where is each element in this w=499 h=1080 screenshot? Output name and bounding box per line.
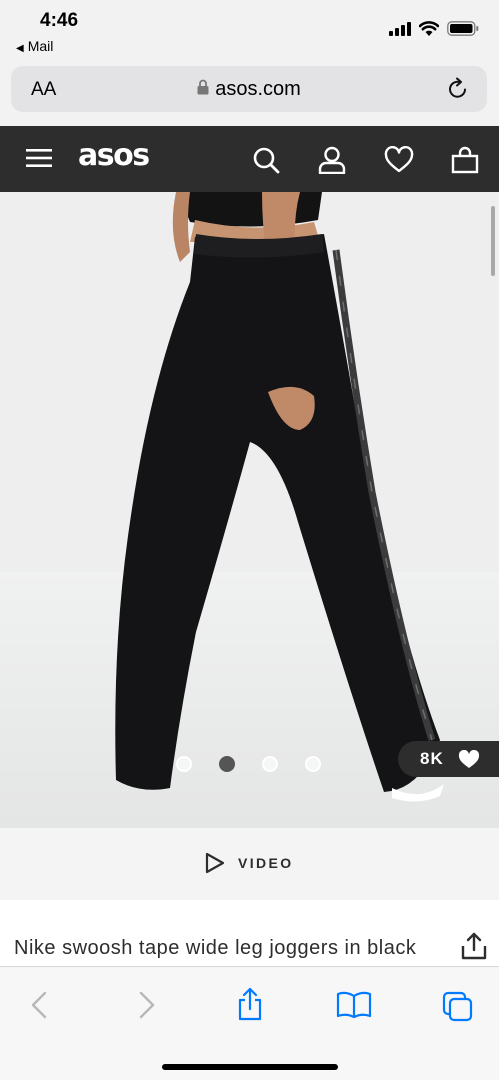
share-icon[interactable] [236,987,264,1026]
product-image-carousel[interactable] [0,192,499,828]
save-count-text: 8K [420,749,444,768]
browser-address-area: AA asos.com [0,58,499,126]
play-icon [205,852,225,874]
site-header: asos [0,126,499,192]
tabs-icon[interactable] [442,991,474,1028]
clock: 4:46 [40,10,79,31]
back-app-label: Mail [27,38,54,54]
carousel-dots [176,756,321,772]
share-icon[interactable] [461,932,487,965]
url-text: asos.com [215,78,301,100]
search-icon[interactable] [252,146,280,179]
reload-icon[interactable] [447,77,469,106]
back-triangle-icon: ◀ [16,43,24,54]
video-bar: VIDEO [0,828,499,900]
bag-icon[interactable] [451,146,479,179]
lock-icon [197,78,209,101]
product-title: Nike swoosh tape wide leg joggers in bla… [14,937,417,959]
url-display[interactable]: asos.com [11,78,487,101]
browser-toolbar [0,966,499,1080]
video-label: VIDEO [238,855,294,871]
address-bar[interactable]: AA asos.com [11,66,487,112]
save-count-badge[interactable]: 8K [398,741,499,777]
heart-filled-icon [458,750,480,768]
page-scroll-indicator [491,206,495,276]
asos-logo[interactable]: asos [78,138,150,173]
back-to-mail-link[interactable]: ◀ Mail [16,38,53,54]
back-icon[interactable] [30,991,48,1024]
wifi-icon [419,21,439,36]
carousel-dot[interactable] [262,756,278,772]
carousel-dot[interactable] [305,756,321,772]
account-icon[interactable] [318,146,346,179]
video-button[interactable]: VIDEO [204,852,294,874]
wishlist-icon[interactable] [384,145,414,179]
carousel-dot-active[interactable] [219,756,235,772]
menu-icon[interactable] [26,148,52,173]
status-icons [389,21,479,36]
carousel-dot[interactable] [176,756,192,772]
battery-icon [447,21,479,36]
forward-icon[interactable] [138,991,156,1024]
cellular-signal-icon [389,21,411,36]
bookmarks-icon[interactable] [336,991,372,1024]
product-photo [0,192,499,828]
status-bar: 4:46 ◀ Mail [0,0,499,58]
home-indicator [162,1064,338,1070]
